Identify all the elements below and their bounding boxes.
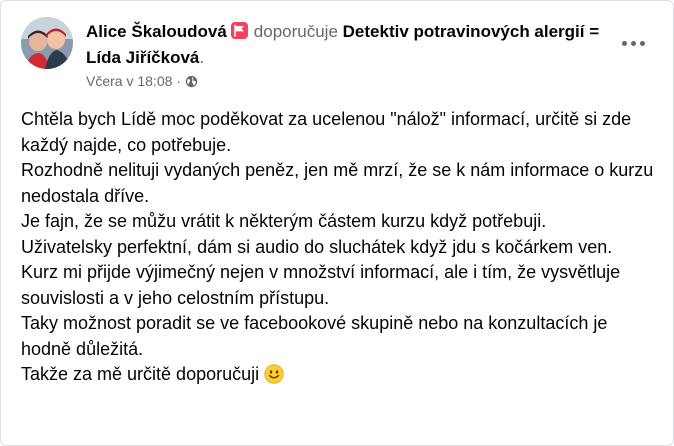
globe-icon bbox=[185, 75, 198, 88]
post-paragraph: Rozhodně nelituji vydaných peněz, jen mě… bbox=[21, 160, 654, 206]
post-paragraph: Je fajn, že se můžu vrátit k některým čá… bbox=[21, 211, 547, 231]
post-timestamp[interactable]: Včera v 18:08 bbox=[86, 73, 172, 89]
post-header: Alice Škaloudová doporučuje Detektiv potr… bbox=[86, 19, 606, 71]
more-options-icon[interactable] bbox=[615, 31, 651, 55]
post-paragraph: Chtěla bych Lídě moc poděkovat za ucelen… bbox=[21, 109, 632, 155]
post-text: Chtěla bych Lídě moc poděkovat za ucelen… bbox=[21, 107, 661, 388]
smiling-face-emoji bbox=[264, 364, 284, 384]
recommend-flag-icon bbox=[230, 22, 248, 39]
meta-separator: · bbox=[176, 73, 182, 89]
recommends-verb: doporučuje bbox=[253, 22, 338, 41]
post-paragraph-text: Takže za mě určitě doporučuji bbox=[21, 364, 260, 384]
author-name[interactable]: Alice Škaloudová bbox=[86, 22, 227, 41]
post-paragraph-last: Takže za mě určitě doporučuji bbox=[21, 362, 661, 388]
post-meta: Včera v 18:08 · bbox=[86, 73, 198, 89]
recommendation-post: Alice Škaloudová doporučuje Detektiv potr… bbox=[0, 0, 674, 446]
post-paragraph: Kurz mi přijde výjimečný nejen v množstv… bbox=[21, 262, 621, 308]
avatar[interactable] bbox=[21, 17, 73, 69]
page-name-suffix: . bbox=[199, 48, 205, 67]
post-paragraph: Uživatelsky perfektní, dám si audio do s… bbox=[21, 236, 613, 257]
post-paragraph: Taky možnost poradit se ve facebookové s… bbox=[21, 313, 608, 359]
